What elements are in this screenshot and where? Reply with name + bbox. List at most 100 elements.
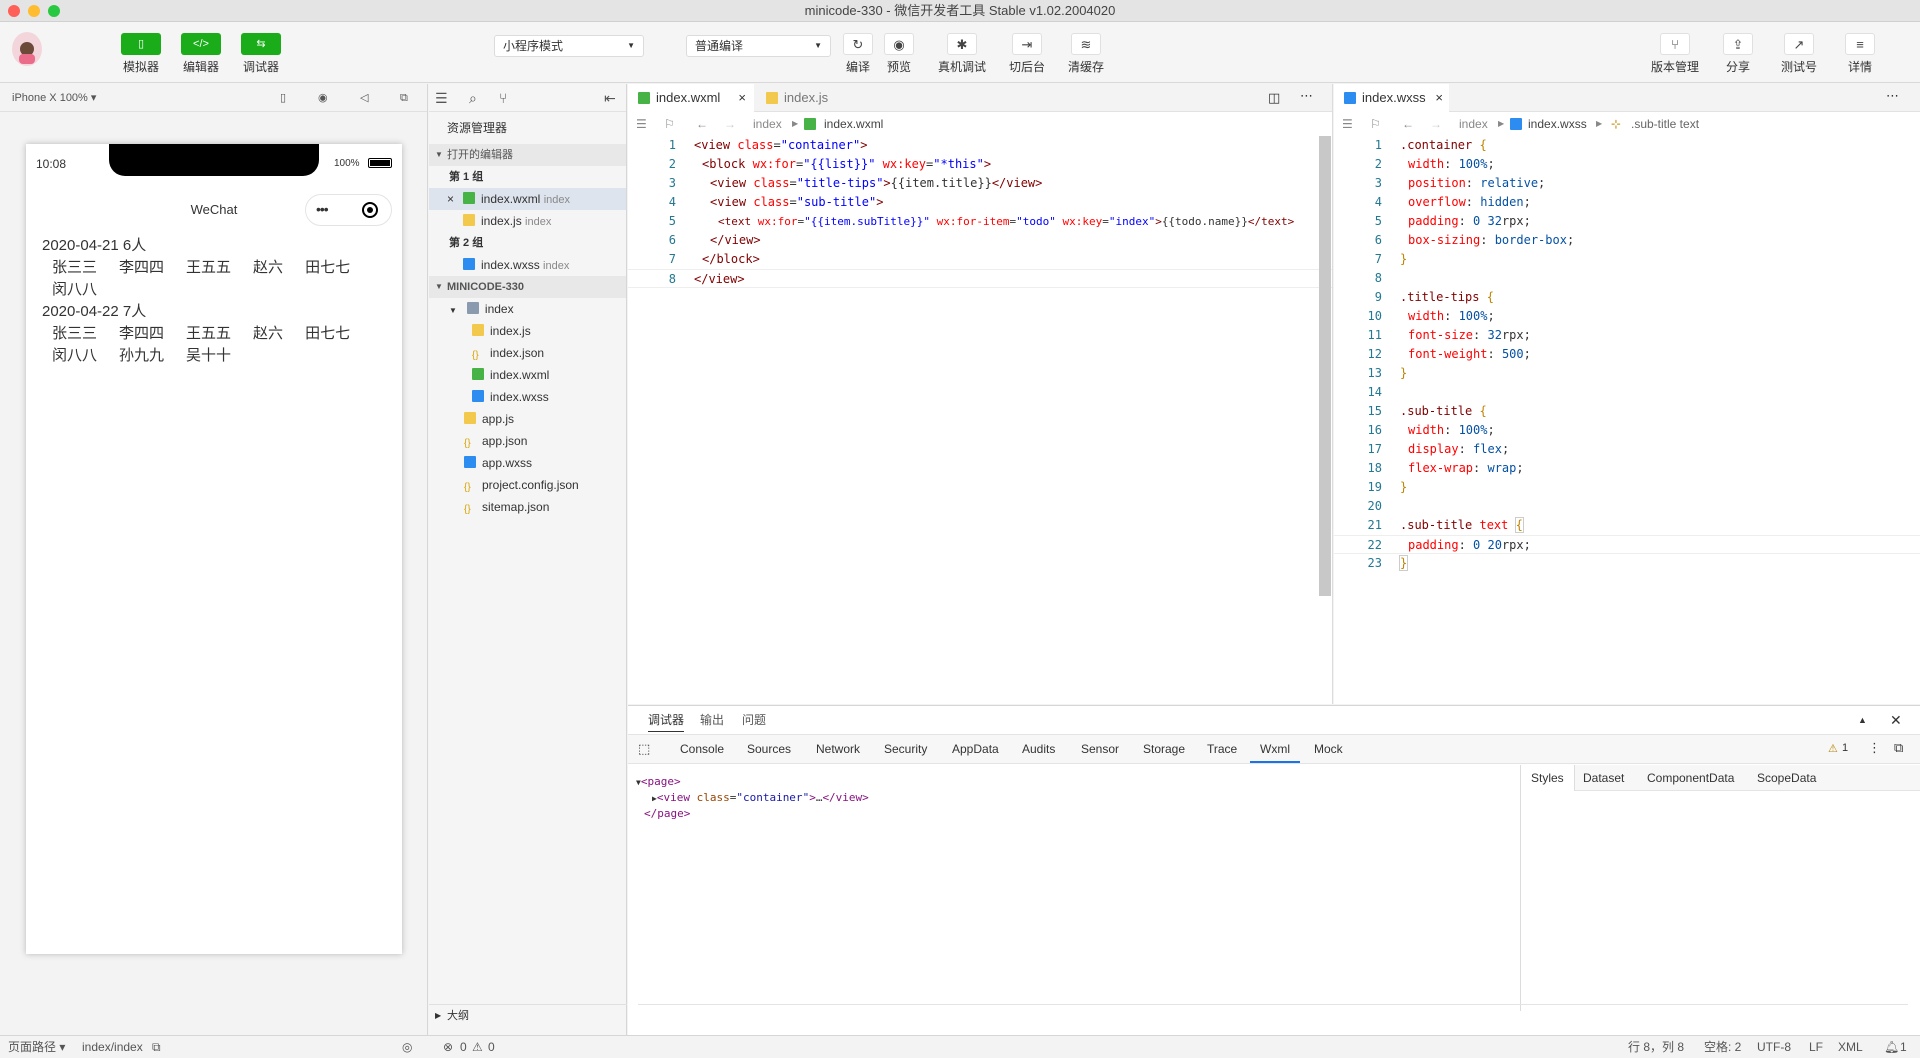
copy-icon[interactable]: ⧉ [152,1036,161,1058]
file-item[interactable]: index.wxss [429,386,626,408]
bookmark-icon[interactable]: ⚐ [664,112,675,136]
debugger-button[interactable]: ⇆ 调试器 [241,33,281,75]
clear-cache-button[interactable]: ≋ 清缓存 [1064,33,1108,75]
popout-icon[interactable]: ⧉ [400,84,408,112]
tab-output[interactable]: 输出 [700,706,724,734]
indentation[interactable]: 空格: 2 [1704,1036,1741,1058]
file-item[interactable]: {} index.json [429,342,626,364]
close-icon[interactable]: ✕ [1890,706,1902,734]
file-item[interactable]: index.js [429,320,626,342]
open-file-item[interactable]: index.js index [429,210,626,232]
warning-icon[interactable]: ⚠ [1828,742,1838,755]
tab-sources[interactable]: Sources [747,735,791,763]
bookmark-icon[interactable]: ⚐ [1370,112,1381,136]
tab-index-wxss[interactable]: index.wxss × [1334,84,1449,112]
collapse-panel-icon[interactable]: ⇤ [604,84,616,112]
list-icon[interactable]: ☰ [636,112,647,136]
bell-icon[interactable]: 🔔︎ [1884,1036,1899,1058]
split-editor-icon[interactable]: ◫ [1268,90,1280,106]
file-item[interactable]: app.js [429,408,626,430]
test-account-button[interactable]: ↗ 测试号 [1776,33,1822,75]
close-icon[interactable]: × [1435,84,1443,112]
simulator-button[interactable]: ▯ 模拟器 [121,33,161,75]
tab-console[interactable]: Console [680,735,724,763]
breadcrumb-item[interactable]: index [1459,112,1488,136]
tab-styles[interactable]: Styles [1521,765,1575,791]
background-button[interactable]: ⇥ 切后台 [1005,33,1049,75]
encoding[interactable]: UTF-8 [1757,1036,1791,1058]
file-item[interactable]: index.wxml [429,364,626,386]
search-icon[interactable]: ⌕ [469,84,477,112]
language-mode[interactable]: XML [1838,1036,1863,1058]
file-item[interactable]: {} sitemap.json [429,496,626,518]
file-item[interactable]: {} project.config.json [429,474,626,496]
project-header[interactable]: ▼ MINICODE-330 [429,276,626,298]
zoom-window-button[interactable] [48,5,60,17]
scrollbar[interactable] [1319,136,1331,596]
record-icon[interactable]: ◉ [318,84,328,112]
tab-wxml[interactable]: Wxml [1250,735,1300,763]
phone-icon[interactable]: ▯ [280,84,286,112]
close-icon[interactable]: × [738,84,746,112]
close-target-icon[interactable] [362,202,378,218]
device-select[interactable]: iPhone X 100% ▾ [12,92,96,104]
breadcrumb-item[interactable]: index.wxml [824,112,883,136]
tab-network[interactable]: Network [816,735,860,763]
tab-sensor[interactable]: Sensor [1081,735,1119,763]
more-icon[interactable]: ••• [316,201,329,217]
kebab-icon[interactable]: ⋮ [1868,740,1881,756]
open-file-item[interactable]: × index.wxml index [429,188,626,210]
dock-icon[interactable]: ⧉ [1894,740,1903,756]
breadcrumb-item[interactable]: .sub-title text [1631,112,1699,136]
tab-security[interactable]: Security [884,735,927,763]
close-icon[interactable]: × [447,188,454,210]
cursor-position[interactable]: 行 8，列 8 [1628,1036,1684,1058]
compile-button[interactable]: ↻ 编译 [838,33,878,75]
avatar[interactable] [12,32,42,66]
outline-header[interactable]: ▶ 大纲 [429,1004,627,1026]
warning-icon[interactable]: ⚠ [472,1036,483,1058]
branch-icon[interactable]: ⑂ [499,84,507,112]
forward-icon[interactable]: → [724,112,736,136]
error-icon[interactable]: ⊗ [443,1036,453,1058]
share-button[interactable]: ⇪ 分享 [1718,33,1758,75]
tab-index-wxml[interactable]: index.wxml × [628,84,754,112]
file-item[interactable]: app.wxss [429,452,626,474]
version-control-button[interactable]: ⑂ 版本管理 [1648,33,1702,75]
open-editors-header[interactable]: ▼ 打开的编辑器 [429,144,626,166]
back-icon[interactable]: ← [1402,112,1414,136]
tab-storage[interactable]: Storage [1143,735,1185,763]
real-device-debug-button[interactable]: ✱ 真机调试 [937,33,987,75]
more-icon[interactable]: ⋯ [1886,88,1899,104]
details-button[interactable]: ≡ 详情 [1840,33,1880,75]
tab-appdata[interactable]: AppData [952,735,999,763]
more-icon[interactable]: ⋯ [1300,88,1313,104]
forward-icon[interactable]: → [1430,112,1442,136]
code-area[interactable]: 1 <view class="container"> 2 <block wx:for… [628,136,1332,288]
tab-componentdata[interactable]: ComponentData [1647,765,1734,791]
tab-trace[interactable]: Trace [1207,735,1237,763]
tab-problems[interactable]: 问题 [742,706,766,734]
minimize-window-button[interactable] [28,5,40,17]
breadcrumb-item[interactable]: index [753,112,782,136]
open-file-item[interactable]: index.wxss index [429,254,626,276]
wxml-tree[interactable]: ▼<page> ▶<view class="container">…</view… [636,774,869,821]
folder-item[interactable]: ▼ index [429,298,626,320]
close-window-button[interactable] [8,5,20,17]
breadcrumb-item[interactable]: index.wxss [1528,112,1587,136]
line-ending[interactable]: LF [1809,1036,1823,1058]
list-icon[interactable]: ☰ [435,84,448,112]
tab-debugger[interactable]: 调试器 [648,709,685,732]
caret-up-icon[interactable]: ▲ [1858,706,1867,734]
list-icon[interactable]: ☰ [1342,112,1353,136]
code-area[interactable]: 1 .container { 2 width: 100%; 3 position: r… [1334,136,1920,573]
preview-button[interactable]: ◉ 预览 [879,33,919,75]
tab-dataset[interactable]: Dataset [1583,765,1624,791]
page-path-select[interactable]: 页面路径 ▾ [8,1036,65,1058]
back-icon[interactable]: ← [696,112,708,136]
file-item[interactable]: {} app.json [429,430,626,452]
tab-scopedata[interactable]: ScopeData [1757,765,1816,791]
page-path[interactable]: index/index [82,1036,143,1058]
tab-audits[interactable]: Audits [1022,735,1055,763]
eye-icon[interactable]: ◎ [402,1036,412,1058]
